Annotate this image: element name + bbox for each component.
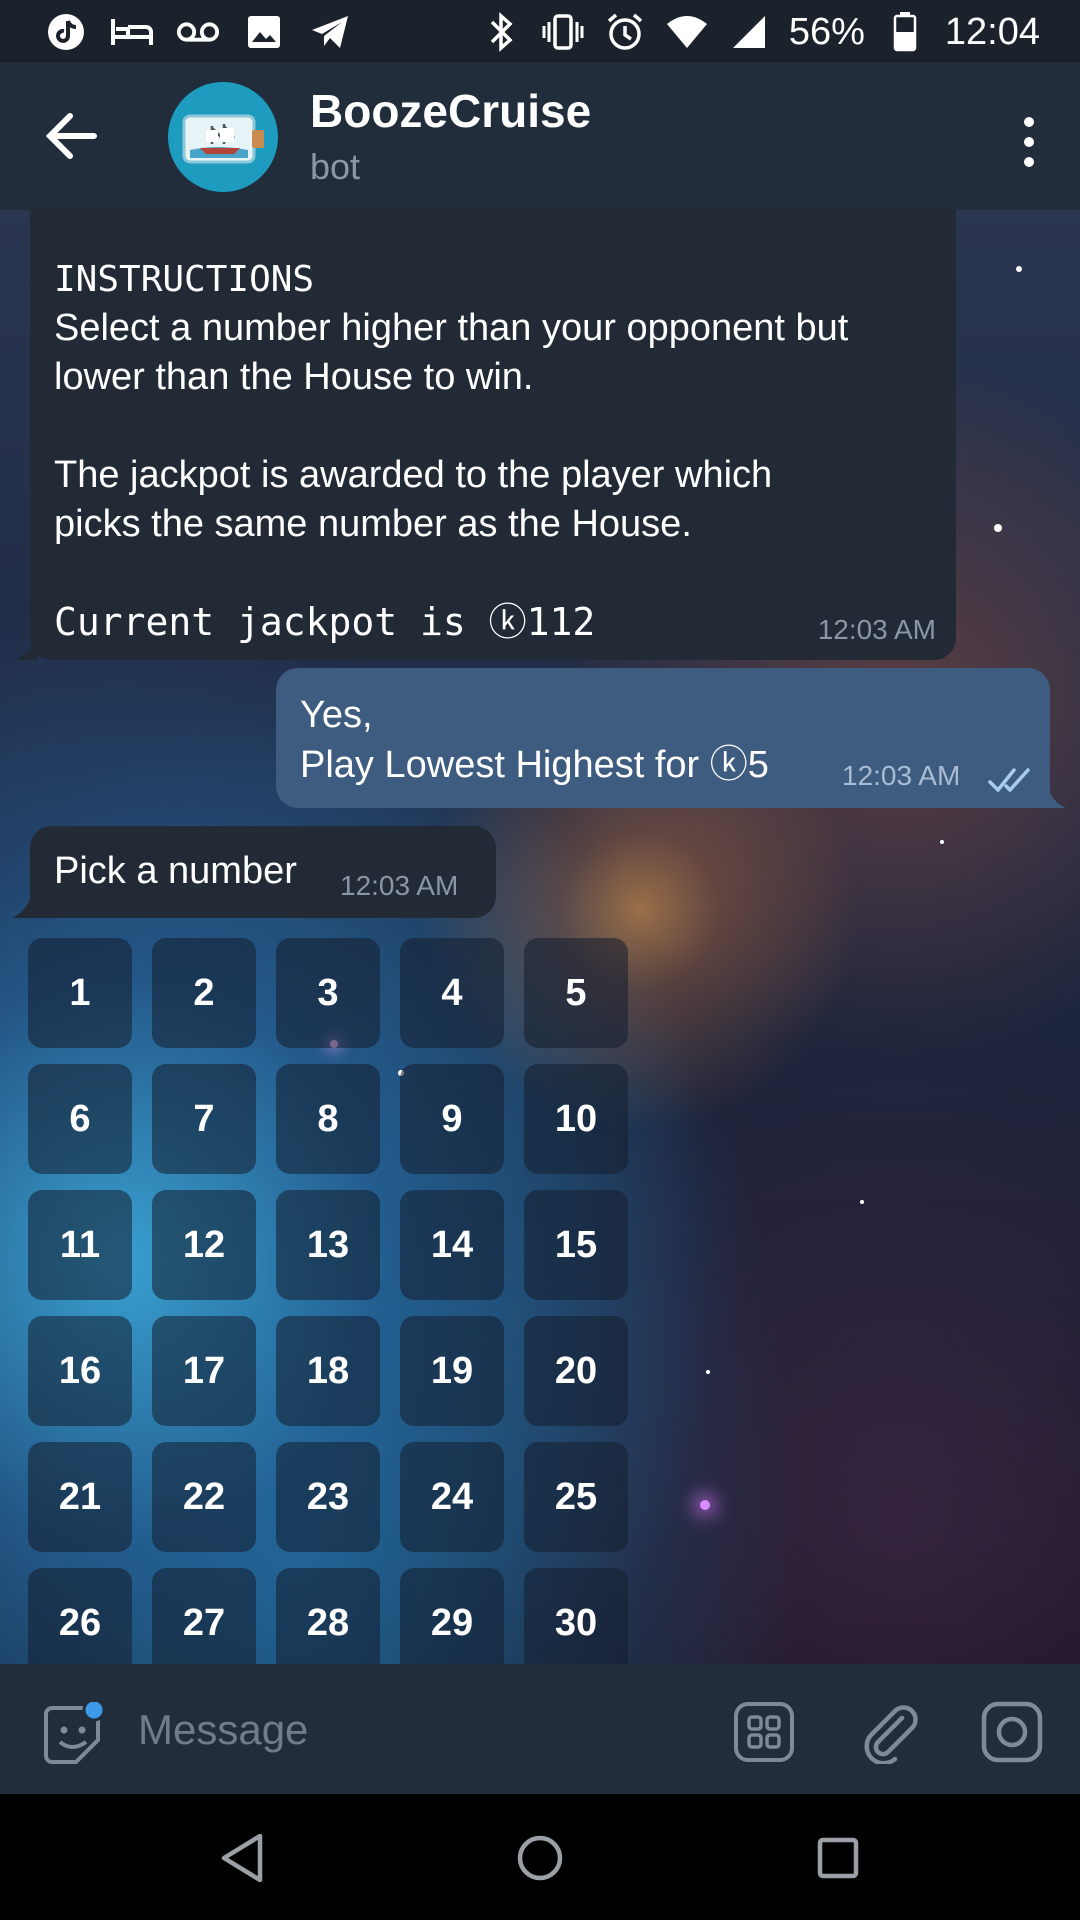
arrow-left-icon bbox=[45, 113, 97, 159]
tiktok-icon bbox=[44, 10, 88, 54]
number-key-button[interactable]: 4 bbox=[400, 938, 504, 1048]
star bbox=[700, 1500, 710, 1510]
instructions-line: lower than the House to win. bbox=[54, 356, 534, 398]
star bbox=[860, 1200, 864, 1204]
number-key-button[interactable]: 25 bbox=[524, 1442, 628, 1552]
wifi-icon bbox=[665, 10, 709, 54]
number-key-button[interactable]: 27 bbox=[152, 1568, 256, 1664]
bot-keyboard-button[interactable] bbox=[732, 1700, 796, 1764]
sticker-icon bbox=[44, 1698, 106, 1764]
number-key-button[interactable]: 11 bbox=[28, 1190, 132, 1300]
message-time: 12:03 AM bbox=[340, 870, 459, 901]
system-status: 56% 12:04 bbox=[479, 10, 1040, 54]
keyboard-grid-icon bbox=[734, 1702, 794, 1762]
triangle-back-icon bbox=[221, 1833, 263, 1883]
message-time: 12:03 AM bbox=[817, 614, 936, 645]
attach-button[interactable] bbox=[858, 1700, 922, 1766]
chat-area[interactable]: INSTRUCTIONS Select a number higher than… bbox=[0, 210, 1080, 1664]
outgoing-line: Yes, bbox=[300, 694, 373, 736]
square-recents-icon bbox=[817, 1837, 859, 1879]
battery-percent: 56% bbox=[788, 10, 865, 53]
notification-icons bbox=[44, 10, 352, 54]
image-icon bbox=[242, 10, 286, 54]
chat-header: BoozeCruise bot bbox=[0, 62, 1080, 210]
number-key-button[interactable]: 16 bbox=[28, 1316, 132, 1426]
star bbox=[1016, 266, 1022, 272]
number-key-button[interactable]: 20 bbox=[524, 1316, 628, 1426]
number-key-button[interactable]: 29 bbox=[400, 1568, 504, 1664]
number-key-button[interactable]: 23 bbox=[276, 1442, 380, 1552]
number-key-button[interactable]: 14 bbox=[400, 1190, 504, 1300]
number-key-button[interactable]: 19 bbox=[400, 1316, 504, 1426]
number-key-button[interactable]: 13 bbox=[276, 1190, 380, 1300]
system-navigation-bar bbox=[0, 1794, 1080, 1920]
signal-icon bbox=[727, 10, 771, 54]
bubble-tail bbox=[12, 894, 32, 918]
message-composer bbox=[0, 1664, 1080, 1794]
alarm-icon bbox=[603, 10, 647, 54]
more-vertical-icon bbox=[1024, 117, 1034, 167]
number-key-button[interactable]: 15 bbox=[524, 1190, 628, 1300]
instructions-heading: INSTRUCTIONS bbox=[54, 259, 315, 300]
camera-button[interactable] bbox=[980, 1700, 1044, 1764]
number-key-button[interactable]: 30 bbox=[524, 1568, 628, 1664]
bed-icon bbox=[110, 10, 154, 54]
message-time: 12:03 AM bbox=[842, 760, 961, 791]
camera-icon bbox=[981, 1701, 1043, 1763]
voicemail-icon bbox=[176, 10, 220, 54]
battery-icon bbox=[883, 10, 927, 54]
ship-in-bottle-icon bbox=[182, 114, 264, 164]
clock: 12:04 bbox=[944, 10, 1040, 53]
double-check-icon bbox=[988, 768, 1030, 793]
number-key-button[interactable]: 10 bbox=[524, 1064, 628, 1174]
number-key-button[interactable]: 17 bbox=[152, 1316, 256, 1426]
chat-title[interactable]: BoozeCruise bbox=[310, 84, 591, 138]
message-text: Pick a number bbox=[54, 850, 297, 892]
instructions-line: The jackpot is awarded to the player whi… bbox=[54, 454, 773, 496]
bluetooth-icon bbox=[479, 10, 523, 54]
nav-back-button[interactable] bbox=[214, 1830, 270, 1886]
number-key-button[interactable]: 1 bbox=[28, 938, 132, 1048]
number-key-button[interactable]: 22 bbox=[152, 1442, 256, 1552]
emoji-button[interactable] bbox=[40, 1698, 106, 1766]
number-key-button[interactable]: 12 bbox=[152, 1190, 256, 1300]
status-bar: 56% 12:04 bbox=[0, 0, 1080, 62]
outgoing-line: Play Lowest Highest for ⓚ5 bbox=[300, 744, 769, 786]
instructions-line: Select a number higher than your opponen… bbox=[54, 307, 849, 349]
avatar[interactable] bbox=[168, 82, 278, 192]
jackpot-line: Current jackpot is ⓚ112 bbox=[54, 600, 596, 644]
message-instructions[interactable]: INSTRUCTIONS Select a number higher than… bbox=[30, 210, 956, 660]
star bbox=[940, 840, 944, 844]
number-key-button[interactable]: 24 bbox=[400, 1442, 504, 1552]
instructions-line: picks the same number as the House. bbox=[54, 503, 692, 545]
number-key-button[interactable]: 5 bbox=[524, 938, 628, 1048]
nav-recents-button[interactable] bbox=[810, 1830, 866, 1886]
number-key-button[interactable]: 28 bbox=[276, 1568, 380, 1664]
number-key-button[interactable]: 7 bbox=[152, 1064, 256, 1174]
star bbox=[706, 1370, 710, 1374]
message-outgoing[interactable]: Yes, Play Lowest Highest for ⓚ5 12:03 AM bbox=[276, 668, 1050, 808]
number-key-button[interactable]: 18 bbox=[276, 1316, 380, 1426]
number-key-button[interactable]: 9 bbox=[400, 1064, 504, 1174]
nav-home-button[interactable] bbox=[512, 1830, 568, 1886]
telegram-icon bbox=[308, 10, 352, 54]
more-options-button[interactable] bbox=[1014, 112, 1044, 172]
circle-home-icon bbox=[517, 1835, 563, 1881]
bubble-tail bbox=[14, 636, 38, 660]
chat-subtitle: bot bbox=[310, 146, 361, 187]
bubble-tail bbox=[1046, 784, 1066, 808]
number-key-button[interactable]: 2 bbox=[152, 938, 256, 1048]
number-key-button[interactable]: 6 bbox=[28, 1064, 132, 1174]
message-pick-number[interactable]: Pick a number 12:03 AM bbox=[30, 826, 496, 918]
back-button[interactable] bbox=[44, 110, 100, 162]
message-input[interactable] bbox=[136, 1694, 700, 1766]
paperclip-icon bbox=[864, 1705, 918, 1766]
number-key-button[interactable]: 21 bbox=[28, 1442, 132, 1552]
number-key-button[interactable]: 26 bbox=[28, 1568, 132, 1664]
star bbox=[994, 524, 1002, 532]
number-key-button[interactable]: 8 bbox=[276, 1064, 380, 1174]
number-key-button[interactable]: 3 bbox=[276, 938, 380, 1048]
vibrate-icon bbox=[541, 10, 585, 54]
